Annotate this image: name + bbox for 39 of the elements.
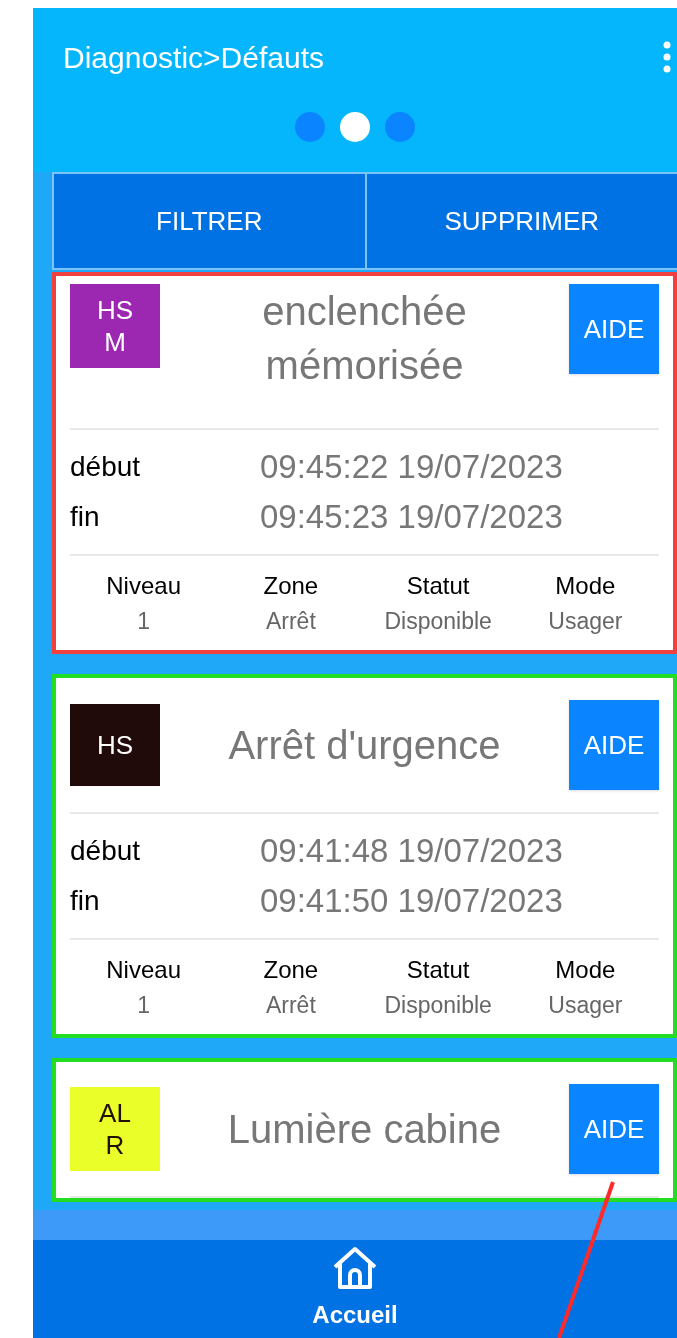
timestamp: 09:41:50 19/07/2023 — [260, 881, 563, 922]
home-label[interactable]: Accueil — [312, 1297, 398, 1333]
time-label: fin — [70, 500, 101, 534]
detail-label: Zone — [263, 571, 319, 601]
fault-code-badge: AL R — [70, 1087, 160, 1171]
fault-code-badge: HS M — [70, 284, 160, 368]
detail-label: Statut — [406, 955, 470, 985]
timestamp: 09:45:22 19/07/2023 — [260, 447, 563, 488]
detail-label: Statut — [406, 571, 470, 601]
fault-title: enclenchée mémorisée — [261, 288, 468, 389]
detail-value: Disponible — [384, 607, 492, 636]
home-icon[interactable] — [331, 1245, 379, 1291]
detail-label: Niveau — [106, 955, 181, 985]
timestamp: 09:45:23 19/07/2023 — [260, 497, 563, 538]
fault-code-badge: HS — [70, 704, 160, 786]
time-label: début — [70, 450, 142, 484]
action-button[interactable]: SUPPRIMER — [364, 174, 677, 268]
detail-value: Usager — [548, 607, 623, 636]
detail-label: Niveau — [106, 571, 181, 601]
time-label: fin — [70, 884, 101, 918]
detail-value: 1 — [137, 991, 150, 1020]
detail-value: Usager — [548, 991, 623, 1020]
time-label: début — [70, 834, 142, 868]
action-button[interactable]: FILTRER — [52, 174, 365, 268]
detail-value: 1 — [137, 607, 150, 636]
more-menu-icon[interactable] — [663, 41, 671, 73]
detail-value: Arrêt — [265, 607, 316, 636]
detail-value: Disponible — [384, 991, 492, 1020]
help-button[interactable]: AIDE — [569, 700, 659, 790]
help-button[interactable]: AIDE — [569, 1084, 659, 1174]
detail-value: Arrêt — [265, 991, 316, 1020]
detail-label: Mode — [555, 955, 616, 985]
detail-label: Mode — [555, 571, 616, 601]
detail-label: Zone — [263, 955, 319, 985]
timestamp: 09:41:48 19/07/2023 — [260, 831, 563, 872]
fault-title: Lumière cabine — [226, 1106, 503, 1153]
help-button[interactable]: AIDE — [569, 284, 659, 374]
fault-title: Arrêt d'urgence — [227, 722, 502, 769]
page-title: Diagnostic>Défauts — [63, 39, 324, 76]
